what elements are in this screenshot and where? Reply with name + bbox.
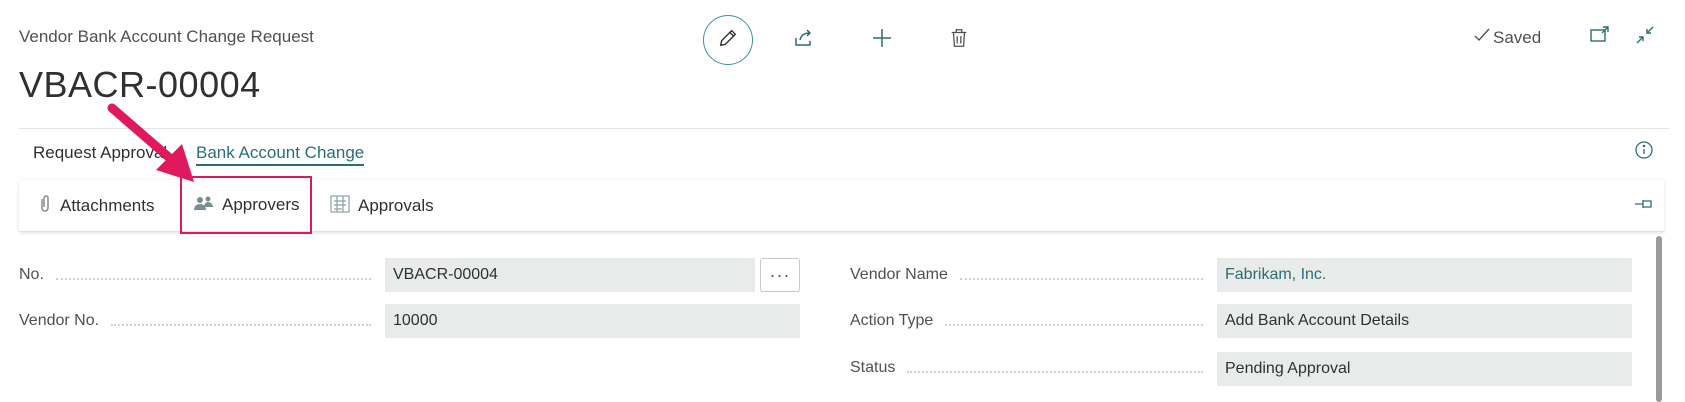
checkmark-icon: [1473, 27, 1491, 48]
tab-bank-account-change[interactable]: Bank Account Change: [196, 143, 365, 166]
dotted-leader: [959, 278, 1203, 280]
annotation-arrow: [104, 100, 214, 195]
info-button[interactable]: [1633, 140, 1655, 165]
vendor-no-field[interactable]: 10000: [385, 304, 800, 338]
attachments-label: Attachments: [60, 196, 155, 215]
vendor-name-label: Vendor Name: [850, 266, 948, 283]
dotted-leader: [945, 324, 1203, 326]
status-label: Status: [850, 359, 896, 376]
approvers-label: Approvers: [222, 195, 300, 214]
new-button[interactable]: [857, 15, 907, 65]
edit-icon: [717, 27, 739, 54]
dotted-leader: [907, 371, 1203, 373]
open-new-window-button[interactable]: [1585, 22, 1615, 52]
saved-label: Saved: [1493, 27, 1542, 47]
collapse-button[interactable]: [1630, 22, 1660, 52]
field-label-no: No.: [19, 266, 385, 284]
action-type-label: Action Type: [850, 312, 934, 329]
field-label-status: Status: [850, 359, 1217, 377]
vendor-name-field[interactable]: Fabrikam, Inc.: [1217, 258, 1632, 292]
field-label-vendor-no: Vendor No.: [19, 312, 385, 330]
people-icon: [194, 195, 214, 216]
vendor-no-label: Vendor No.: [19, 312, 100, 329]
info-icon: [1634, 140, 1654, 165]
dotted-leader: [111, 324, 371, 326]
approvals-icon: [330, 194, 350, 218]
scrollbar[interactable]: [1656, 236, 1662, 402]
field-label-vendor-name: Vendor Name: [850, 266, 1217, 284]
status-field[interactable]: Pending Approval: [1217, 352, 1632, 386]
edit-button[interactable]: [703, 15, 753, 65]
pin-button[interactable]: [1634, 196, 1656, 216]
header-divider: [19, 128, 1669, 129]
share-button[interactable]: [779, 15, 829, 65]
delete-button[interactable]: [934, 15, 984, 65]
open-new-window-icon: [1589, 25, 1611, 50]
field-label-action-type: Action Type: [850, 312, 1217, 330]
lookup-button[interactable]: ···: [760, 258, 800, 292]
new-icon: [870, 26, 894, 55]
page-caption: Vendor Bank Account Change Request: [19, 27, 314, 46]
share-icon: [792, 26, 816, 55]
collapse-icon: [1634, 24, 1656, 51]
no-field[interactable]: VBACR-00004: [385, 258, 755, 292]
delete-icon: [948, 27, 970, 54]
no-label: No.: [19, 266, 44, 283]
approvals-label: Approvals: [358, 196, 434, 215]
approvals-action[interactable]: Approvals: [330, 180, 434, 232]
pin-icon: [1634, 197, 1656, 216]
dotted-leader: [55, 278, 371, 280]
saved-status: Saved: [1473, 27, 1541, 48]
paperclip-icon: [38, 194, 52, 219]
action-type-field[interactable]: Add Bank Account Details: [1217, 304, 1632, 338]
